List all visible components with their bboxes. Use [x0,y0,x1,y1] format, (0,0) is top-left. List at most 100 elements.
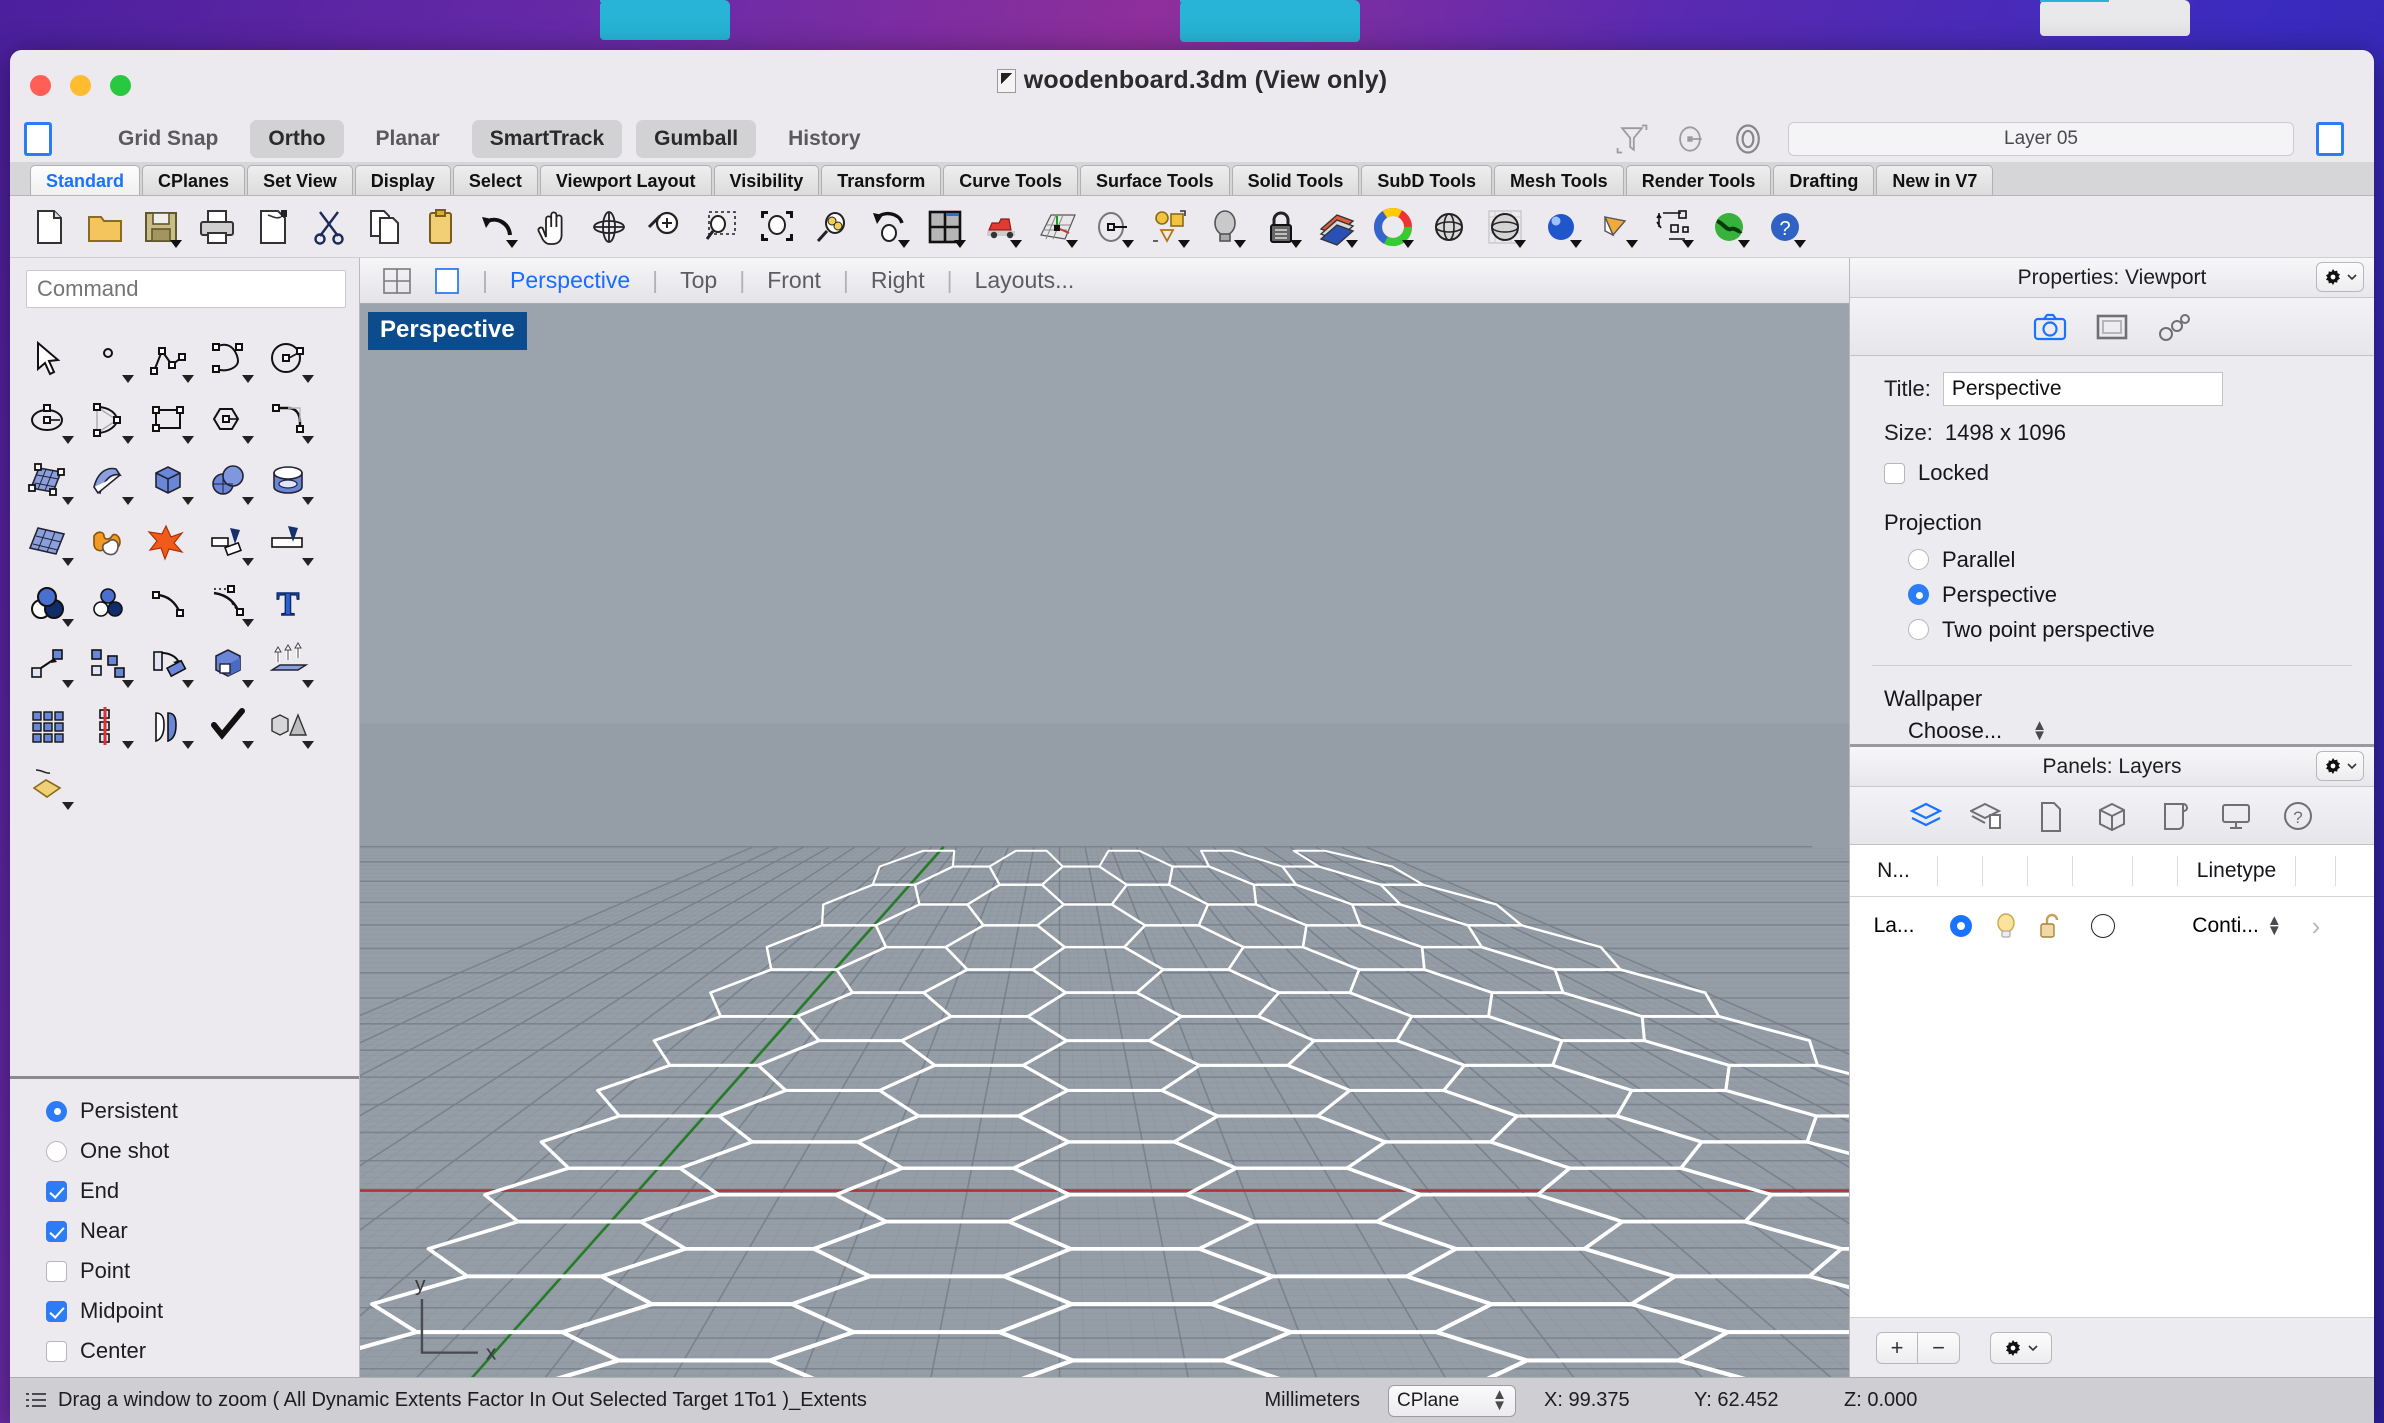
add-layer-button[interactable]: + [1876,1331,1918,1364]
perspective-viewport[interactable]: Perspective y x [360,304,1849,1377]
cplane-grid-icon[interactable] [1030,204,1083,250]
toggle-smarttrack[interactable]: SmartTrack [471,120,623,158]
layers-gear-dropdown-icon[interactable] [2316,751,2364,781]
copy-objects-icon[interactable] [78,633,138,694]
osnap-mode-persistent[interactable]: Persistent [46,1091,359,1131]
surface-patch-icon[interactable] [18,511,78,572]
four-view-layout-icon[interactable] [382,267,412,295]
help-icon[interactable]: ? [1758,204,1811,250]
osnap-center[interactable]: Center [46,1331,359,1371]
col-lock[interactable] [2028,855,2073,886]
split-icon[interactable] [258,511,318,572]
viewport-layout-icon[interactable] [918,204,971,250]
right-sidebar-toggle-icon[interactable] [2316,122,2344,156]
render-globe-icon[interactable] [1702,204,1755,250]
viewport-frame-icon[interactable] [2094,310,2130,344]
tab-transform[interactable]: Transform [821,165,942,195]
extrude-surface-icon[interactable] [78,450,138,511]
osnap-end[interactable]: End [46,1171,359,1211]
sphere-boolean-icon[interactable] [198,450,258,511]
select-arrow-icon[interactable] [18,328,78,389]
chevron-right-icon[interactable]: › [2296,911,2336,942]
check-objects-icon[interactable] [198,694,258,755]
arctic-display-icon[interactable] [1590,204,1643,250]
unlocked-padlock-icon[interactable] [2028,912,2073,940]
display-monitor-icon[interactable] [2218,799,2254,833]
col-material[interactable] [2133,855,2178,886]
trim-icon[interactable] [198,511,258,572]
vptab-perspective[interactable]: Perspective [488,267,652,294]
vptab-top[interactable]: Top [658,267,739,294]
tab-set-view[interactable]: Set View [247,165,353,195]
tab-render-tools[interactable]: Render Tools [1625,165,1772,195]
ghosted-sphere-icon[interactable] [1478,204,1531,250]
projection-parallel[interactable]: Parallel [1850,542,2374,577]
dimension-icon[interactable] [1646,204,1699,250]
save-icon[interactable] [134,204,187,250]
boolean-union-icon[interactable] [78,511,138,572]
layer-color-swatch[interactable] [2073,914,2133,938]
remove-layer-button[interactable]: − [1918,1331,1960,1364]
named-view-car-icon[interactable] [974,204,1027,250]
arc-icon[interactable] [78,389,138,450]
offset-icon[interactable] [138,694,198,755]
zoom-in-icon[interactable] [638,204,691,250]
osnap-mode-one-shot[interactable]: One shot [46,1131,359,1171]
curve-edit-icon[interactable] [138,572,198,633]
array-icon[interactable] [18,694,78,755]
radio-two-point-perspective-icon[interactable] [1908,619,1929,640]
table-row[interactable]: La... Conti... ▲ ▼ › [1850,897,2374,955]
text-icon[interactable]: T [258,572,318,633]
boolean-difference-icon[interactable] [18,572,78,633]
paste-clipboard-icon[interactable] [414,204,467,250]
rectangle-icon[interactable] [138,389,198,450]
extrude-arrows-icon[interactable] [258,633,318,694]
polygon-icon[interactable] [198,389,258,450]
ellipse-icon[interactable] [18,389,78,450]
toggle-history[interactable]: History [770,120,878,158]
surface-from-points-icon[interactable] [18,450,78,511]
curve-icon[interactable] [198,328,258,389]
render-pyramid-icon[interactable] [18,755,78,816]
filter-icon[interactable] [1614,120,1650,158]
osnap-midpoint[interactable]: Midpoint [46,1291,359,1331]
zoom-selected-icon[interactable] [806,204,859,250]
command-history-icon[interactable] [24,1390,48,1412]
new-file-icon[interactable] [22,204,75,250]
command-input[interactable] [26,270,346,308]
cylinder-icon[interactable] [258,450,318,511]
mirror-icon[interactable] [78,694,138,755]
vptab-layouts[interactable]: Layouts... [953,267,1097,294]
checkbox-end-icon[interactable] [46,1180,67,1202]
tab-subd-tools[interactable]: SubD Tools [1361,165,1493,195]
fillet-curve-icon[interactable] [258,389,318,450]
rotate-view-icon[interactable] [582,204,635,250]
explode-icon[interactable] [138,511,198,572]
box-icon[interactable] [138,450,198,511]
col-color[interactable] [2073,855,2133,886]
undo-icon[interactable] [470,204,523,250]
help-circle-icon[interactable]: ? [2280,799,2316,833]
cut-scissors-icon[interactable] [302,204,355,250]
toggle-grid-snap[interactable]: Grid Snap [100,120,236,158]
vptab-right[interactable]: Right [849,267,947,294]
named-cplane-icon[interactable] [1086,204,1139,250]
tab-display[interactable]: Display [354,165,451,195]
zoom-extents-icon[interactable] [750,204,803,250]
rendered-sphere-icon[interactable] [1534,204,1587,250]
checkbox-near-icon[interactable] [46,1220,67,1242]
radio-parallel-icon[interactable] [1908,549,1929,570]
control-points-icon[interactable] [198,572,258,633]
move-icon[interactable] [18,633,78,694]
col-current[interactable] [1938,855,1983,886]
document-icon[interactable] [2032,799,2068,833]
toggle-ortho[interactable]: Ortho [250,120,344,158]
projection-perspective[interactable]: Perspective [1850,577,2374,612]
rotate-icon[interactable] [138,633,198,694]
light-bulb-icon[interactable] [1198,204,1251,250]
tab-select[interactable]: Select [452,165,538,195]
camera-icon[interactable] [2032,310,2068,344]
open-folder-icon[interactable] [78,204,131,250]
col-name[interactable]: N... [1850,855,1938,886]
tab-mesh-tools[interactable]: Mesh Tools [1494,165,1624,195]
